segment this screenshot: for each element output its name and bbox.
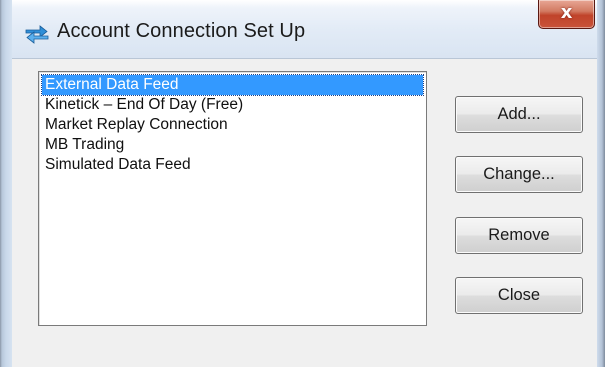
connections-listbox[interactable]: External Data Feed Kinetick – End Of Day… (38, 71, 427, 326)
window-frame-right (597, 0, 605, 367)
list-item-kinetick-end-of-day[interactable]: Kinetick – End Of Day (Free) (42, 95, 423, 115)
close-window-button[interactable]: x (538, 0, 595, 29)
connection-arrows-icon (24, 24, 50, 44)
change-button[interactable]: Change... (455, 156, 583, 193)
title-bar[interactable]: Account Connection Set Up (12, 0, 597, 58)
list-item-external-data-feed[interactable]: External Data Feed (41, 74, 424, 96)
remove-button[interactable]: Remove (455, 217, 583, 254)
window-title: Account Connection Set Up (57, 20, 306, 42)
window-frame-left (0, 0, 12, 367)
add-button[interactable]: Add... (455, 96, 583, 133)
list-item-market-replay-connection[interactable]: Market Replay Connection (42, 115, 423, 135)
close-button[interactable]: Close (455, 277, 583, 314)
dialog-window: Account Connection Set Up x External Dat… (0, 0, 605, 367)
dialog-content: External Data Feed Kinetick – End Of Day… (12, 58, 597, 367)
list-item-mb-trading[interactable]: MB Trading (42, 135, 423, 155)
close-icon: x (560, 2, 573, 23)
list-item-simulated-data-feed[interactable]: Simulated Data Feed (42, 155, 423, 175)
